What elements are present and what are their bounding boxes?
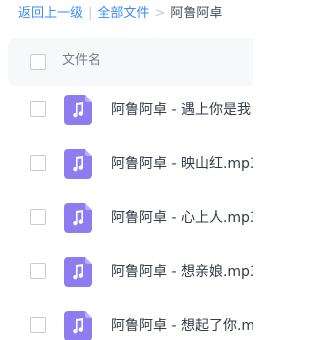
- breadcrumb: 返回上一级 | 全部文件 > 阿鲁阿卓: [18, 5, 222, 23]
- current-folder-label: 阿鲁阿卓: [170, 6, 223, 21]
- music-file-icon: [64, 149, 92, 179]
- music-file-icon: [64, 203, 92, 233]
- file-name[interactable]: 阿鲁阿卓 - 想亲娘.mp3: [111, 263, 253, 281]
- music-file-icon: [64, 257, 92, 287]
- file-name[interactable]: 阿鲁阿卓 - 映山红.mp3: [111, 155, 253, 173]
- file-browser: 返回上一级 | 全部文件 > 阿鲁阿卓 文件名 阿鲁阿卓 - 遇上你是我 阿鲁阿…: [0, 0, 253, 340]
- music-file-icon: [64, 311, 92, 340]
- file-checkbox[interactable]: [30, 209, 46, 225]
- back-link[interactable]: 返回上一级: [18, 5, 83, 23]
- file-row[interactable]: 阿鲁阿卓 - 想起了你.m: [8, 299, 253, 340]
- file-name[interactable]: 阿鲁阿卓 - 心上人.mp3: [111, 209, 253, 227]
- file-row[interactable]: 阿鲁阿卓 - 映山红.mp3: [8, 137, 253, 189]
- file-name[interactable]: 阿鲁阿卓 - 想起了你.m: [111, 317, 253, 335]
- breadcrumb-chevron: >: [154, 6, 166, 21]
- all-files-link[interactable]: 全部文件: [97, 5, 149, 23]
- file-row[interactable]: 阿鲁阿卓 - 想亲娘.mp3: [8, 245, 253, 297]
- file-checkbox[interactable]: [30, 155, 46, 171]
- music-file-icon: [64, 95, 92, 125]
- file-row[interactable]: 阿鲁阿卓 - 遇上你是我: [8, 83, 253, 135]
- file-checkbox[interactable]: [30, 317, 46, 333]
- breadcrumb-separator: |: [88, 6, 93, 21]
- file-list-header: 文件名: [8, 38, 253, 86]
- file-checkbox[interactable]: [30, 101, 46, 117]
- filename-column-header[interactable]: 文件名: [62, 52, 101, 70]
- file-row[interactable]: 阿鲁阿卓 - 心上人.mp3: [8, 191, 253, 243]
- file-name[interactable]: 阿鲁阿卓 - 遇上你是我: [111, 101, 251, 119]
- file-checkbox[interactable]: [30, 263, 46, 279]
- select-all-checkbox[interactable]: [30, 54, 46, 70]
